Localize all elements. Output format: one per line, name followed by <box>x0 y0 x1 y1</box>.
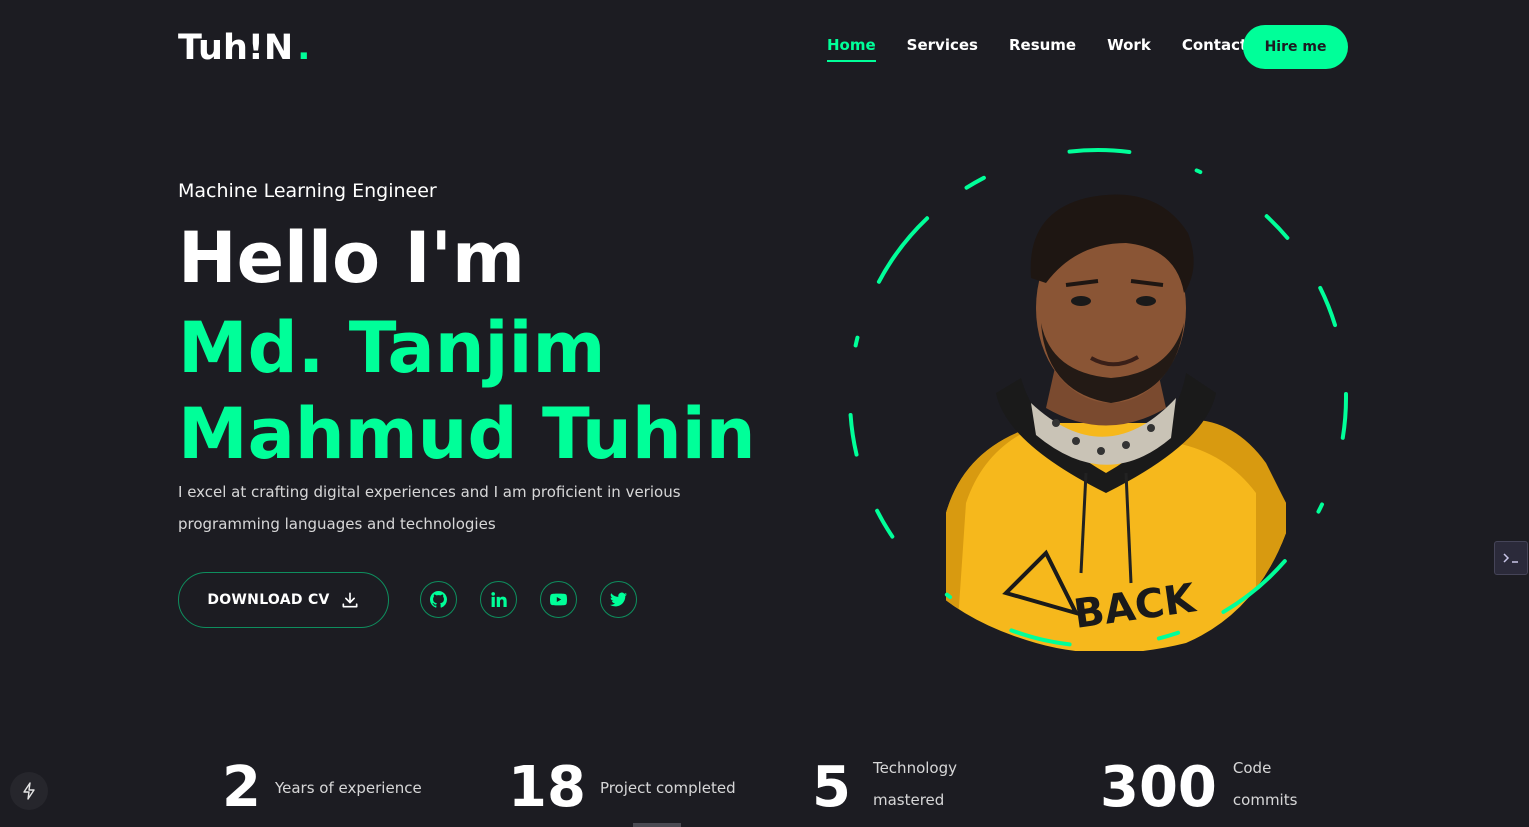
stat-label-line-2: commits <box>1232 791 1298 809</box>
download-icon <box>342 592 358 608</box>
stat-number: 18 <box>508 755 586 820</box>
twitter-icon <box>610 592 627 607</box>
youtube-link[interactable] <box>540 581 577 618</box>
twitter-link[interactable] <box>600 581 637 618</box>
stat-label: Code commits <box>1233 752 1298 816</box>
stat-experience: 2 Years of experience <box>222 760 422 816</box>
name-line-1: Md. Tanjim <box>178 307 606 389</box>
linkedin-link[interactable] <box>480 581 517 618</box>
lightning-icon <box>23 782 35 800</box>
github-icon <box>430 591 447 608</box>
profile-photo-area: BACK <box>838 143 1358 663</box>
linkedin-icon <box>491 592 507 607</box>
logo[interactable]: Tuh!N. <box>178 28 310 68</box>
side-panel-toggle[interactable] <box>1494 541 1528 575</box>
stat-number: 2 <box>222 755 261 820</box>
stat-label-line-2: mastered <box>872 791 945 809</box>
stat-projects: 18 Project completed <box>508 760 736 816</box>
stat-label: Years of experience <box>274 779 422 797</box>
nav-home[interactable]: Home <box>827 36 876 62</box>
hire-me-button[interactable]: Hire me <box>1243 25 1348 69</box>
nav-services[interactable]: Services <box>907 36 978 62</box>
name-heading: Md. Tanjim Mahmud Tuhin <box>178 305 756 477</box>
greeting-heading: Hello I'm <box>178 217 525 299</box>
stat-number: 5 <box>812 755 851 820</box>
stat-number: 300 <box>1100 755 1217 820</box>
social-links <box>420 581 637 618</box>
logo-dot: . <box>297 28 311 68</box>
decorative-ring <box>848 148 1348 648</box>
horizontal-scrollbar[interactable] <box>633 823 681 827</box>
github-link[interactable] <box>420 581 457 618</box>
download-cv-button[interactable]: DOWNLOAD CV <box>178 572 389 628</box>
nav-resume[interactable]: Resume <box>1009 36 1076 62</box>
stat-technology: 5 Technology mastered <box>812 752 957 816</box>
stat-label: Technology mastered <box>873 752 957 816</box>
hero-description: I excel at crafting digital experiences … <box>178 483 681 533</box>
nav-contact[interactable]: Contact <box>1182 36 1247 62</box>
bolt-button[interactable] <box>10 772 48 810</box>
nav-work[interactable]: Work <box>1107 36 1151 62</box>
name-line-2: Mahmud Tuhin <box>178 393 756 475</box>
job-title: Machine Learning Engineer <box>178 180 437 202</box>
download-cv-label: DOWNLOAD CV <box>207 592 330 608</box>
stat-label: Project completed <box>599 779 736 797</box>
stat-commits: 300 Code commits <box>1100 752 1297 816</box>
main-nav: Home Services Resume Work Contact <box>827 36 1278 62</box>
logo-text: Tuh!N <box>178 28 294 68</box>
youtube-icon <box>550 593 567 606</box>
stat-label-line-1: Code <box>1232 759 1272 777</box>
terminal-icon <box>1503 553 1518 563</box>
stat-label-line-1: Technology <box>872 759 957 777</box>
